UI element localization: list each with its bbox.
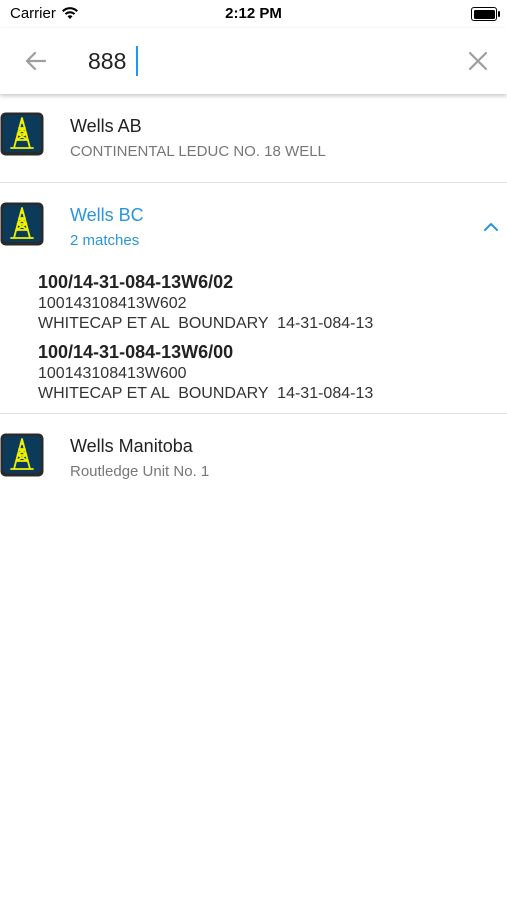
- arrow-left-icon[interactable]: [22, 47, 50, 75]
- match-item[interactable]: 100/14-31-084-13W6/00 100143108413W600 W…: [38, 342, 478, 408]
- close-icon[interactable]: [464, 47, 492, 75]
- group-subtitle: 2 matches: [70, 232, 140, 249]
- group-subtitle: CONTINENTAL LEDUC NO. 18 WELL: [70, 143, 326, 160]
- match-name: WHITECAP ET AL BOUNDARY 14-31-084-13: [38, 385, 374, 402]
- match-item[interactable]: 100/14-31-084-13W6/02 100143108413W602 W…: [38, 272, 478, 338]
- search-bar: [0, 28, 507, 94]
- oil-derrick-icon: [0, 202, 44, 246]
- result-group-wells-manitoba[interactable]: Wells Manitoba Routledge Unit No. 1: [0, 414, 507, 502]
- group-title: Wells BC: [70, 205, 144, 225]
- group-subtitle: Routledge Unit No. 1: [70, 463, 210, 480]
- status-bar: Carrier 2:12 PM: [0, 0, 507, 28]
- result-group-wells-ab[interactable]: Wells AB CONTINENTAL LEDUC NO. 18 WELL: [0, 94, 507, 182]
- group-title: Wells AB: [70, 116, 142, 136]
- match-name: WHITECAP ET AL BOUNDARY 14-31-084-13: [38, 315, 374, 332]
- text-caret: [136, 46, 138, 76]
- battery-icon: [471, 7, 500, 21]
- match-id: 100143108413W600: [38, 365, 187, 382]
- oil-derrick-icon: [0, 112, 44, 156]
- match-id: 100143108413W602: [38, 295, 187, 312]
- result-group-wells-bc[interactable]: Wells BC 2 matches: [0, 183, 507, 270]
- oil-derrick-icon: [0, 433, 44, 477]
- match-title: 100/14-31-084-13W6/02: [38, 272, 234, 292]
- chevron-up-icon[interactable]: [483, 219, 499, 235]
- clock: 2:12 PM: [225, 5, 282, 22]
- group-title: Wells Manitoba: [70, 436, 193, 456]
- match-title: 100/14-31-084-13W6/00: [38, 342, 234, 362]
